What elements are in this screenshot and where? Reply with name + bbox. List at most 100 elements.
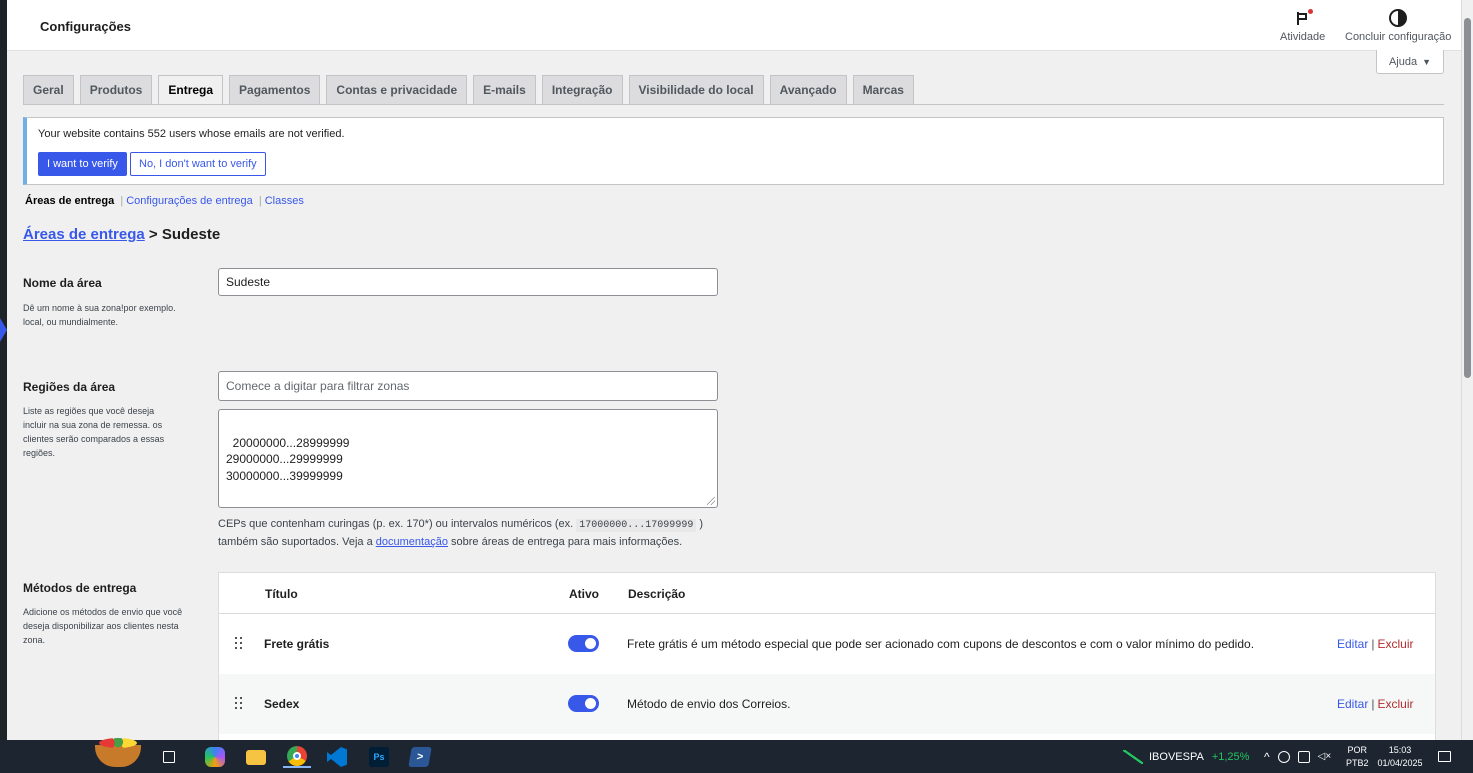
flag-icon — [1296, 9, 1313, 25]
postcodes-textarea[interactable]: 20000000...28999999 29000000...29999999 … — [218, 409, 718, 508]
resize-grip-icon[interactable] — [707, 497, 715, 505]
edit-link[interactable]: Editar — [1337, 637, 1368, 651]
help-text-3: também são suportados. Veja a — [218, 536, 373, 548]
finish-setup-label: Concluir configuração — [1345, 31, 1452, 43]
tab-marcas[interactable]: Marcas — [852, 75, 914, 104]
help-button[interactable]: Ajuda ▼ — [1376, 50, 1444, 74]
column-title: Título — [265, 587, 298, 601]
file-explorer-icon[interactable] — [246, 746, 266, 768]
zone-breadcrumb: Áreas de entrega > Sudeste — [23, 226, 220, 243]
tab-avancado[interactable]: Avançado — [769, 75, 847, 104]
finish-setup-button[interactable]: Concluir configuração — [1345, 8, 1451, 43]
region-filter-input[interactable] — [218, 371, 718, 401]
tab-visibilidade-local[interactable]: Visibilidade do local — [628, 75, 764, 104]
method-enabled-toggle[interactable] — [568, 635, 599, 652]
delete-link[interactable]: Excluir — [1377, 697, 1413, 711]
volume-muted-icon[interactable]: ◁× — [1318, 751, 1332, 762]
settings-header: Configurações Atividade Concluir configu… — [7, 0, 1461, 51]
drag-handle-icon[interactable] — [234, 697, 244, 709]
documentation-link[interactable]: documentação — [376, 536, 448, 548]
delete-link[interactable]: Excluir — [1377, 637, 1413, 651]
vscode-icon[interactable] — [327, 746, 347, 768]
subnav-current[interactable]: Áreas de entrega — [25, 195, 114, 207]
meet-now-icon[interactable] — [1277, 750, 1290, 763]
column-description: Descrição — [628, 587, 686, 601]
language-indicator[interactable]: POR PTB2 — [1346, 740, 1369, 773]
notice-text: Your website contains 552 users whose em… — [38, 128, 345, 140]
subnav-link-classes[interactable]: Classes — [265, 195, 304, 207]
method-description: Frete grátis é um método especial que po… — [627, 637, 1255, 651]
tab-produtos[interactable]: Produtos — [79, 75, 153, 104]
clock-date: 01/04/2025 — [1377, 757, 1423, 768]
lang-bottom: PTB2 — [1346, 757, 1369, 768]
stock-change: +1,25% — [1211, 750, 1250, 763]
help-text-4: sobre áreas de entrega para mais informa… — [451, 536, 683, 548]
page-title: Configurações — [40, 19, 132, 34]
tab-contas-privacidade[interactable]: Contas e privacidade — [326, 75, 468, 104]
photoshop-icon[interactable]: Ps — [369, 746, 389, 768]
breadcrumb-link-zones[interactable]: Áreas de entrega — [23, 226, 145, 243]
sidebar-collapse-arrow-icon[interactable] — [0, 318, 7, 342]
progress-pie-icon — [1389, 9, 1408, 27]
stock-trend-icon — [1123, 749, 1143, 764]
chrome-icon[interactable] — [283, 746, 311, 768]
stock-name: IBOVESPA — [1149, 750, 1204, 763]
drag-handle-icon[interactable] — [234, 637, 244, 649]
shipping-methods-table: Título Ativo Descrição Frete grátis Fret… — [218, 572, 1436, 742]
method-description: Método de envio dos Correios. — [627, 697, 791, 711]
method-actions: Editar | Excluir — [1337, 697, 1414, 711]
os-taskbar: Ps > IBOVESPA +1,25% ^ ◁× POR PTB2 15:03… — [0, 738, 1473, 773]
notification-icon[interactable] — [1438, 740, 1451, 773]
tab-entrega[interactable]: Entrega — [158, 75, 224, 105]
method-title: Sedex — [264, 697, 300, 711]
breadcrumb-separator: > — [144, 226, 162, 243]
table-row: Frete grátis Frete grátis é um método es… — [219, 614, 1435, 674]
copilot-icon[interactable] — [205, 746, 225, 768]
zone-regions-label: Regiões da área — [23, 380, 116, 394]
fruit-basket-icon[interactable] — [93, 738, 143, 770]
clock[interactable]: 15:03 01/04/2025 — [1374, 740, 1426, 773]
methods-description: Adicione os métodos de envio que você de… — [23, 607, 183, 645]
caret-down-icon: ▼ — [1422, 56, 1432, 67]
tab-emails[interactable]: E-mails — [473, 75, 536, 104]
network-icon[interactable] — [1297, 750, 1310, 763]
verify-emails-notice: Your website contains 552 users whose em… — [23, 117, 1444, 185]
help-text-1: CEPs que contenham curingas (p. ex. 170*… — [218, 518, 574, 530]
table-header: Título Ativo Descrição — [219, 573, 1435, 614]
zone-name-label: Nome da área — [23, 276, 102, 290]
activity-label: Atividade — [1280, 31, 1326, 43]
page-scrollbar[interactable] — [1461, 0, 1473, 740]
table-row: Sedex Método de envio dos Correios. Edit… — [219, 674, 1435, 734]
activity-button[interactable]: Atividade — [1280, 8, 1325, 43]
zone-regions-description: Liste as regiões que você deseja incluir… — [23, 406, 165, 458]
subnav-separator: | — [255, 195, 262, 207]
subnav-separator: | — [117, 195, 124, 207]
breadcrumb-current: Sudeste — [161, 226, 221, 243]
edit-link[interactable]: Editar — [1337, 697, 1368, 711]
help-label: Ajuda — [1388, 55, 1418, 68]
tab-geral[interactable]: Geral — [23, 75, 74, 104]
postcodes-value: 20000000...28999999 29000000...29999999 … — [226, 435, 350, 483]
method-enabled-toggle[interactable] — [568, 695, 599, 712]
lang-top: POR — [1347, 744, 1368, 755]
admin-sidebar-edge — [0, 0, 7, 740]
dont-verify-button[interactable]: No, I don't want to verify — [130, 152, 266, 176]
powershell-icon[interactable]: > — [408, 746, 432, 768]
clock-time: 15:03 — [1388, 744, 1412, 755]
tabs-divider — [23, 104, 1444, 105]
postcodes-help: CEPs que contenham curingas (p. ex. 170*… — [218, 516, 738, 551]
column-active: Ativo — [569, 587, 599, 601]
chevron-up-icon[interactable]: ^ — [1264, 750, 1270, 764]
task-view-icon[interactable] — [163, 746, 175, 768]
stock-widget[interactable]: IBOVESPA +1,25% — [1123, 740, 1249, 773]
scrollbar-thumb[interactable] — [1464, 18, 1471, 378]
settings-tabs: Geral Produtos Entrega Pagamentos Contas… — [23, 75, 914, 105]
tab-pagamentos[interactable]: Pagamentos — [229, 75, 321, 104]
tab-integracao[interactable]: Integração — [541, 75, 623, 104]
subnav-link-settings[interactable]: Configurações de entrega — [126, 195, 253, 207]
methods-label: Métodos de entrega — [23, 581, 137, 595]
verify-button[interactable]: I want to verify — [38, 152, 127, 176]
system-tray: ^ ◁× — [1264, 740, 1331, 773]
help-code-sample: 17000000...17099999 — [576, 519, 697, 532]
zone-name-input[interactable] — [218, 268, 718, 296]
